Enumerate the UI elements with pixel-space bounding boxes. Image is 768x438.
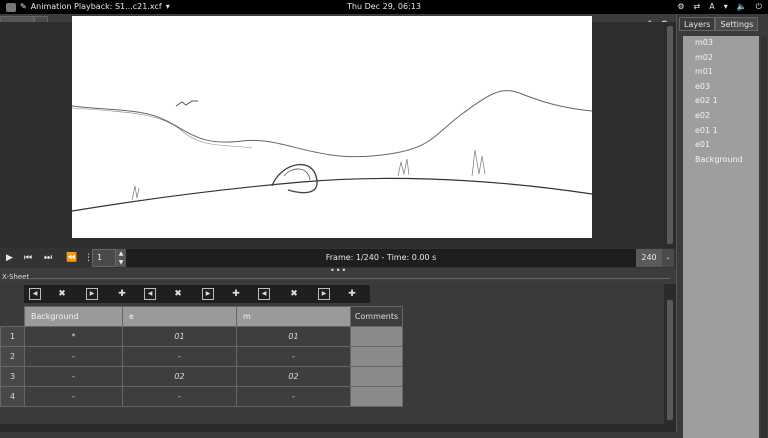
table-row: 2 - - -: [0, 346, 403, 367]
layers-scrollbar[interactable]: [761, 36, 767, 438]
column-header-m[interactable]: m: [236, 306, 351, 327]
column-right-icon[interactable]: ▶: [318, 288, 330, 300]
divider: [30, 278, 670, 279]
top-bar: ✎ Animation Playback: S1...c21.xcf ▾ Thu…: [0, 0, 768, 14]
list-item[interactable]: m01: [683, 65, 759, 80]
accessibility-label[interactable]: A: [709, 0, 714, 14]
canvas-vertical-scrollbar[interactable]: [664, 22, 676, 248]
column-left-icon[interactable]: ◀: [29, 288, 41, 300]
column-left-icon[interactable]: ◀: [258, 288, 270, 300]
comment-cell[interactable]: [350, 346, 403, 367]
sketch-drawing: [71, 90, 593, 212]
end-frame-spinner[interactable]: ⌄: [662, 249, 674, 267]
list-item[interactable]: e01: [683, 138, 759, 153]
delete-column-icon[interactable]: ✖: [172, 288, 184, 300]
column-left-icon[interactable]: ◀: [144, 288, 156, 300]
system-tray: ⚙ ⇄ A ▾ 🔈 ⏻: [677, 0, 762, 14]
row-number: 2: [0, 346, 25, 367]
playback-bar: ▶ ⏮ ⏭ ⏪ ⋮ 1 ▲ ▼ Frame: 1/240 - Time: 0.00…: [0, 248, 676, 268]
table-row: 3 - 02 02: [0, 366, 403, 387]
play-icon[interactable]: ▶: [6, 248, 13, 268]
row-number: 4: [0, 386, 25, 407]
scrollbar-thumb[interactable]: [667, 300, 673, 420]
chevron-up-icon[interactable]: ▲: [116, 249, 126, 258]
tab-settings[interactable]: Settings: [715, 17, 759, 31]
table-cell[interactable]: 02: [122, 366, 237, 387]
table-row: 1 * 01 01: [0, 326, 403, 347]
corner-cell: [0, 306, 25, 327]
table-cell[interactable]: 01: [236, 326, 351, 347]
xsheet-panel: ◀ ✖ ▶ ✚ ◀ ✖ ▶ ✚ ◀ ✖ ▶ ✚ Background e m C…: [0, 284, 664, 424]
list-item[interactable]: e02 1: [683, 94, 759, 109]
last-frame-icon[interactable]: ⏭: [44, 248, 52, 268]
add-column-icon[interactable]: ✚: [230, 288, 242, 300]
list-item[interactable]: e02: [683, 109, 759, 124]
side-tabs: Layers Settings: [679, 17, 759, 31]
add-column-icon[interactable]: ✚: [116, 288, 128, 300]
previous-frame-icon[interactable]: ⏪: [66, 248, 77, 268]
power-icon[interactable]: ⏻: [756, 0, 762, 14]
table-cell[interactable]: -: [122, 346, 237, 367]
delete-column-icon[interactable]: ✖: [288, 288, 300, 300]
column-header-e[interactable]: e: [122, 306, 237, 327]
row-number: 1: [0, 326, 25, 347]
delete-column-icon[interactable]: ✖: [56, 288, 68, 300]
scrollbar-thumb[interactable]: [667, 26, 673, 244]
row-number: 3: [0, 366, 25, 387]
table-cell[interactable]: -: [24, 386, 123, 407]
list-item[interactable]: e03: [683, 80, 759, 95]
comment-cell[interactable]: [350, 326, 403, 347]
end-frame-value[interactable]: 240: [636, 249, 662, 267]
list-item[interactable]: Background: [683, 153, 759, 168]
frame-input[interactable]: 1: [92, 249, 116, 267]
animation-canvas: [71, 16, 593, 238]
column-right-icon[interactable]: ▶: [202, 288, 214, 300]
table-cell[interactable]: -: [122, 386, 237, 407]
xsheet-toolbar: ◀ ✖ ▶ ✚ ◀ ✖ ▶ ✚ ◀ ✖ ▶ ✚: [24, 285, 370, 303]
column-right-icon[interactable]: ▶: [86, 288, 98, 300]
frame-status: Frame: 1/240 - Time: 0.00 s: [126, 249, 636, 267]
table-cell[interactable]: -: [236, 386, 351, 407]
column-header-background[interactable]: Background: [24, 306, 123, 327]
table-cell[interactable]: -: [236, 346, 351, 367]
layers-list: m03 m02 m01 e03 e02 1 e02 e01 1 e01 Back…: [683, 36, 759, 438]
header-row: Background e m Comments: [0, 306, 403, 327]
list-item[interactable]: m03: [683, 36, 759, 51]
comment-cell[interactable]: [350, 386, 403, 407]
pane-resize-handle[interactable]: •••: [330, 266, 347, 275]
table-cell[interactable]: -: [24, 346, 123, 367]
xsheet-title: X-Sheet: [2, 273, 30, 281]
chevron-down-icon[interactable]: ▼: [116, 258, 126, 267]
list-item[interactable]: e01 1: [683, 124, 759, 139]
xsheet-grid: Background e m Comments 1 * 01 01 2 - - …: [0, 306, 403, 407]
volume-icon[interactable]: 🔈: [737, 0, 747, 14]
comments-header: Comments: [350, 306, 403, 327]
list-item[interactable]: m02: [683, 51, 759, 66]
settings-icon[interactable]: ⚙: [677, 0, 684, 14]
frame-spinner[interactable]: ▲ ▼: [116, 249, 126, 267]
tab-layers[interactable]: Layers: [679, 17, 716, 31]
first-frame-icon[interactable]: ⏮: [24, 248, 32, 268]
xsheet-horizontal-scrollbar[interactable]: [0, 424, 676, 432]
table-row: 4 - - -: [0, 386, 403, 407]
table-cell[interactable]: *: [24, 326, 123, 347]
add-column-icon[interactable]: ✚: [346, 288, 358, 300]
comment-cell[interactable]: [350, 366, 403, 387]
table-cell[interactable]: 01: [122, 326, 237, 347]
xsheet-vertical-scrollbar[interactable]: [664, 284, 676, 424]
table-cell[interactable]: -: [24, 366, 123, 387]
chevron-down-icon[interactable]: ▾: [724, 0, 728, 14]
side-panel: Layers Settings m03 m02 m01 e03 e02 1 e0…: [676, 14, 768, 438]
network-icon[interactable]: ⇄: [694, 0, 701, 14]
clock[interactable]: Thu Dec 29, 06:13: [0, 0, 768, 14]
table-cell[interactable]: 02: [236, 366, 351, 387]
